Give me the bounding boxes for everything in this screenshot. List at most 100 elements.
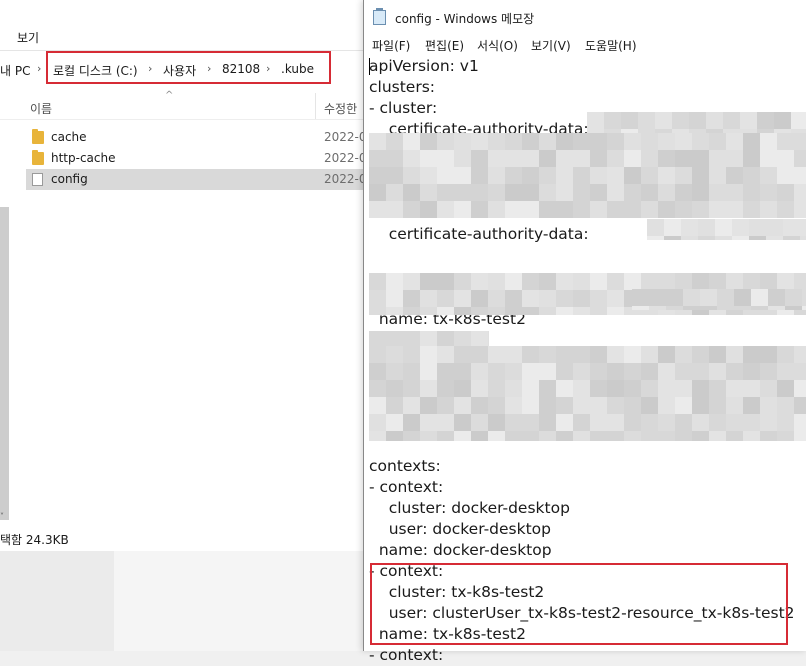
redacted-pixel [369, 184, 386, 201]
redacted-pixel [454, 201, 471, 218]
redacted-pixel [505, 380, 522, 397]
redacted-pixel [471, 346, 488, 363]
redacted-pixel [573, 414, 590, 431]
redacted-pixel [539, 346, 556, 363]
redacted-pixel [590, 273, 607, 290]
redacted-pixel [683, 306, 700, 310]
redacted-pixel [556, 184, 573, 201]
redacted-pixel [556, 133, 573, 150]
redacted-pixel [624, 184, 641, 201]
redacted-pixel [794, 167, 806, 184]
redacted-pixel [505, 184, 522, 201]
menu-help[interactable]: 도움말(H) [585, 37, 637, 54]
redacted-pixel [539, 273, 556, 290]
scroll-down-arrow-icon[interactable]: ˅ [0, 512, 4, 521]
redacted-pixel [488, 397, 505, 414]
redacted-pixel [505, 150, 522, 167]
menu-file[interactable]: 파일(F) [372, 37, 410, 54]
redacted-pixel [505, 431, 522, 441]
redacted-pixel [607, 167, 624, 184]
redacted-pixel [641, 201, 658, 218]
menu-view[interactable]: 보기(V) [531, 37, 571, 54]
redacted-pixel [802, 289, 806, 306]
redacted-pixel [692, 273, 709, 290]
redacted-pixel [437, 414, 454, 431]
redacted-pixel [539, 307, 556, 315]
column-divider[interactable] [315, 93, 316, 119]
redacted-pixel [709, 397, 726, 414]
redacted-pixel [437, 167, 454, 184]
redacted-pixel [777, 363, 794, 380]
redacted-pixel [785, 306, 802, 310]
redacted-pixel [369, 380, 386, 397]
redacted-pixel [556, 363, 573, 380]
column-name-header[interactable]: 이름 [30, 100, 52, 117]
redacted-pixel [488, 150, 505, 167]
redacted-pixel [505, 363, 522, 380]
column-date-header[interactable]: 수정한 [324, 100, 357, 117]
redacted-pixel [624, 167, 641, 184]
redacted-pixel [369, 397, 386, 414]
redacted-pixel [664, 236, 681, 240]
breadcrumb-separator[interactable]: › [37, 62, 41, 75]
redacted-pixel [692, 397, 709, 414]
redacted-pixel [539, 431, 556, 441]
redacted-pixel [774, 112, 791, 129]
redacted-pixel [471, 414, 488, 431]
redacted-pixel [505, 290, 522, 307]
redacted-pixel [403, 167, 420, 184]
context-highlight-box [370, 563, 788, 645]
redacted-pixel [369, 363, 386, 380]
editor-line: cluster: docker-desktop [369, 499, 570, 518]
redacted-pixel [723, 112, 740, 129]
redacted-pixel [522, 201, 539, 218]
redacted-pixel [726, 167, 743, 184]
redacted-pixel [556, 431, 573, 441]
redacted-pixel [386, 380, 403, 397]
file-row-http-cache[interactable]: http-cache 2022-0 [26, 148, 367, 169]
column-header: 이름 ^ 수정한 [0, 90, 364, 120]
redacted-pixel [675, 273, 692, 290]
breadcrumb-this-pc[interactable]: 내 PC [0, 62, 30, 79]
redacted-pixel [386, 184, 403, 201]
redacted-pixel [624, 346, 641, 363]
redacted-pixel [641, 346, 658, 363]
title-bar[interactable]: config - Windows 메모장 [364, 0, 806, 33]
menu-edit[interactable]: 편집(E) [425, 37, 464, 54]
redacted-pixel [386, 397, 403, 414]
redacted-pixel [488, 184, 505, 201]
scrollbar[interactable] [0, 207, 9, 520]
redacted-pixel [783, 236, 800, 240]
file-row-config[interactable]: config 2022-0 [26, 169, 367, 190]
redacted-pixel [698, 219, 715, 236]
redacted-pixel [403, 431, 420, 441]
file-name: config [51, 172, 88, 186]
redacted-pixel [700, 289, 717, 306]
redacted-pixel [471, 397, 488, 414]
redacted-pixel [726, 363, 743, 380]
redacted-pixel [766, 236, 783, 240]
redacted-pixel [590, 414, 607, 431]
redacted-pixel [369, 346, 386, 363]
file-row-cache[interactable]: cache 2022-0 [26, 127, 367, 148]
redacted-pixel [624, 380, 641, 397]
redacted-pixel [505, 346, 522, 363]
redacted-pixel [590, 184, 607, 201]
redacted-pixel [573, 273, 590, 290]
redacted-pixel [403, 133, 420, 150]
redacted-pixel [709, 414, 726, 431]
redacted-pixel [658, 133, 675, 150]
redacted-pixel [743, 184, 760, 201]
redacted-pixel [522, 414, 539, 431]
redacted-pixel [539, 380, 556, 397]
redacted-pixel [454, 184, 471, 201]
redacted-pixel [420, 167, 437, 184]
ribbon-tab-view[interactable]: 보기 [17, 29, 39, 46]
redacted-pixel [539, 167, 556, 184]
redacted-pixel [692, 201, 709, 218]
menu-format[interactable]: 서식(O) [477, 37, 518, 54]
redacted-pixel [437, 184, 454, 201]
redacted-pixel [658, 363, 675, 380]
status-bar: 택함 24.3KB [0, 527, 364, 549]
redacted-pixel [692, 167, 709, 184]
